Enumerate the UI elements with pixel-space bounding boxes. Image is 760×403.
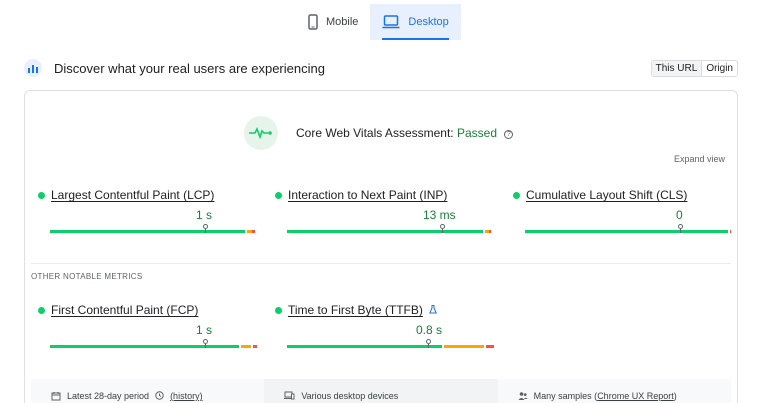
device-type: Various desktop devices [264, 379, 498, 403]
poor-segment [489, 230, 491, 233]
good-segment [525, 230, 728, 233]
cwv-assessment-prefix: Core Web Vitals Assessment: [296, 126, 454, 140]
people-icon [518, 391, 528, 403]
metric-cls-value: 0 [676, 208, 683, 222]
sample-size-suffix: ) [673, 391, 677, 401]
metric-ttfb-label[interactable]: Time to First Byte (TTFB) [288, 303, 423, 317]
flask-icon [428, 304, 437, 316]
this-url-button[interactable]: This URL [651, 60, 703, 76]
metric-lcp-value: 1 s [196, 208, 213, 222]
metric-fcp-distribution-bar [50, 345, 257, 348]
laptop-icon [382, 15, 400, 29]
metric-cls: Cumulative Layout Shift (CLS) 0 [513, 188, 731, 233]
percentile-marker [203, 339, 208, 348]
collection-period: Latest 28-day period (history) [31, 379, 264, 403]
percentile-marker [678, 224, 683, 233]
metric-inp-label[interactable]: Interaction to Next Paint (INP) [288, 188, 447, 202]
percentile-marker [203, 224, 208, 233]
average-segment [241, 345, 251, 348]
percentile-marker [426, 339, 431, 348]
good-status-dot [275, 191, 282, 199]
good-segment [50, 345, 239, 348]
metric-cls-label[interactable]: Cumulative Layout Shift (CLS) [526, 188, 687, 202]
metric-fcp-value: 1 s [196, 323, 213, 337]
help-icon[interactable]: ? [504, 130, 514, 139]
good-status-dot [38, 306, 45, 314]
poor-segment [730, 230, 731, 233]
field-data-footer: Latest 28-day period (history) Various d… [31, 379, 731, 403]
metric-lcp-distribution-bar [50, 230, 255, 233]
average-segment [444, 345, 484, 348]
url-origin-toggle: This URL Origin [650, 59, 738, 77]
other-metrics-section: OTHER NOTABLE METRICS [31, 263, 731, 281]
pulse-icon [244, 116, 278, 150]
metric-lcp-name: Largest Contentful Paint (LCP) [38, 188, 248, 202]
metric-fcp: First Contentful Paint (FCP) 1 s [38, 303, 257, 348]
metric-lcp: Largest Contentful Paint (LCP) 1 s [38, 188, 255, 233]
good-segment [50, 230, 245, 233]
good-segment [287, 230, 483, 233]
field-data-title: Discover what your real users are experi… [54, 60, 325, 76]
tab-desktop-label: Desktop [408, 16, 449, 28]
form-factor-tabs: Mobile Desktop [296, 4, 461, 40]
good-status-dot [38, 191, 45, 199]
metric-fcp-name: First Contentful Paint (FCP) [38, 303, 248, 317]
metric-ttfb-value: 0.8 s [416, 323, 443, 337]
tab-mobile[interactable]: Mobile [296, 4, 370, 40]
metric-lcp-label[interactable]: Largest Contentful Paint (LCP) [51, 188, 214, 202]
good-segment [287, 345, 442, 348]
history-link[interactable]: (history) [170, 391, 203, 401]
other-metrics-label: OTHER NOTABLE METRICS [31, 272, 143, 281]
sample-size: Many samples (Chrome UX Report) [498, 379, 731, 403]
tab-mobile-label: Mobile [326, 16, 359, 28]
sample-size-text: Many samples (Chrome UX Report) [534, 391, 677, 401]
good-status-dot [275, 306, 282, 314]
cwv-assessment-text: Core Web Vitals Assessment: Passed ? [296, 126, 514, 140]
sample-size-prefix: Many samples ( [533, 391, 598, 401]
metric-inp-distribution-bar [287, 230, 491, 233]
metric-ttfb: Time to First Byte (TTFB) 0.8 s [275, 303, 494, 348]
poor-segment [252, 230, 255, 233]
calendar-icon [51, 391, 61, 403]
metric-inp: Interaction to Next Paint (INP) 13 ms [275, 188, 491, 233]
good-status-dot [513, 191, 520, 199]
smartphone-icon [308, 14, 318, 30]
metric-cls-name: Cumulative Layout Shift (CLS) [513, 188, 723, 202]
users-chart-icon [24, 59, 42, 77]
poor-segment [253, 345, 257, 348]
desktop-devices-icon [284, 391, 295, 402]
metric-fcp-label[interactable]: First Contentful Paint (FCP) [51, 303, 198, 317]
field-data-header: Discover what your real users are experi… [24, 58, 738, 78]
cwv-assessment: Core Web Vitals Assessment: Passed ? [244, 116, 514, 150]
metric-inp-value: 13 ms [423, 208, 456, 222]
clock-icon [155, 391, 164, 402]
metric-cls-distribution-bar [525, 230, 731, 233]
metric-ttfb-distribution-bar [287, 345, 494, 348]
cwv-assessment-status: Passed [456, 126, 497, 140]
tab-desktop[interactable]: Desktop [370, 4, 461, 40]
metric-ttfb-name: Time to First Byte (TTFB) [275, 303, 485, 317]
percentile-marker [440, 224, 445, 233]
metric-inp-name: Interaction to Next Paint (INP) [275, 188, 485, 202]
chrome-ux-report-link[interactable]: Chrome UX Report [597, 391, 674, 401]
expand-view-link[interactable]: Expand view [674, 154, 725, 164]
field-data-card: Core Web Vitals Assessment: Passed ? Exp… [24, 90, 738, 403]
origin-button[interactable]: Origin [702, 61, 737, 76]
device-type-text: Various desktop devices [301, 391, 399, 401]
collection-period-text: Latest 28-day period [67, 391, 150, 401]
poor-segment [486, 345, 494, 348]
